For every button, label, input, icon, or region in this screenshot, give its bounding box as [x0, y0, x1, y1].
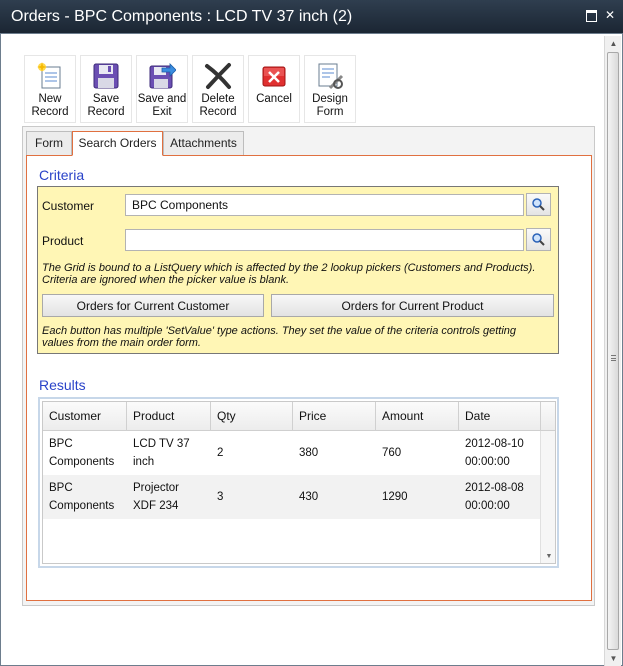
- results-grid: Customer Product Qty Price Amount Date B…: [42, 401, 556, 564]
- buttons-note: Each button has multiple 'SetValue' type…: [42, 325, 517, 349]
- maximize-icon[interactable]: [584, 8, 598, 22]
- new-record-button[interactable]: New Record: [24, 55, 76, 123]
- close-icon[interactable]: ✕: [603, 8, 617, 22]
- cell-qty: 2: [217, 447, 224, 459]
- save-exit-icon: [149, 63, 176, 89]
- save-record-button[interactable]: Save Record: [80, 55, 132, 123]
- cell-date: 2012-08-10 00:00:00: [465, 438, 524, 468]
- customer-picker-input[interactable]: BPC Components: [125, 194, 524, 216]
- scroll-thumb[interactable]: [607, 52, 619, 650]
- column-header-product[interactable]: Product: [127, 402, 211, 431]
- grid-header: Customer Product Qty Price Amount Date: [43, 402, 555, 431]
- cell-price: 430: [299, 491, 319, 503]
- scroll-up-arrow-icon[interactable]: ▲: [605, 36, 622, 51]
- column-header-amount[interactable]: Amount: [376, 402, 459, 431]
- delete-record-label: Delete Record: [199, 93, 237, 118]
- customer-lookup-button[interactable]: [526, 193, 551, 216]
- new-record-label: New Record: [31, 93, 69, 118]
- criteria-note: The Grid is bound to a ListQuery which i…: [42, 262, 536, 286]
- floppy-disk-icon: [93, 63, 119, 89]
- save-and-exit-label: Save and Exit: [137, 93, 187, 118]
- grip-icon: [611, 355, 616, 361]
- cell-product: Projector XDF 234: [133, 482, 180, 512]
- orders-current-customer-button[interactable]: Orders for Current Customer: [42, 294, 264, 317]
- product-label: Product: [42, 234, 84, 248]
- cell-customer: BPC Components: [49, 438, 115, 468]
- magnifier-icon: [532, 233, 545, 246]
- design-form-label: Design Form: [312, 93, 348, 118]
- delete-record-button[interactable]: Delete Record: [192, 55, 244, 123]
- column-header-date[interactable]: Date: [459, 402, 541, 431]
- results-title: Results: [39, 377, 86, 393]
- product-lookup-button[interactable]: [526, 228, 551, 251]
- scroll-down-arrow-icon[interactable]: ▼: [605, 651, 622, 666]
- grid-scroll-down-arrow-icon[interactable]: ▼: [541, 552, 555, 562]
- cell-qty: 3: [217, 491, 224, 503]
- magnifier-icon: [532, 198, 545, 211]
- orders-current-product-button[interactable]: Orders for Current Product: [271, 294, 554, 317]
- cancel-button[interactable]: Cancel: [248, 55, 300, 123]
- window-title-bar: Orders - BPC Components : LCD TV 37 inch…: [0, 0, 623, 33]
- tab-form[interactable]: Form: [26, 131, 72, 155]
- table-row[interactable]: BPC Components LCD TV 37 inch 2 380 760 …: [43, 431, 540, 475]
- window-title: Orders - BPC Components : LCD TV 37 inch…: [11, 8, 353, 25]
- table-row[interactable]: BPC Components Projector XDF 234 3 430 1…: [43, 475, 540, 519]
- cell-amount: 760: [382, 447, 402, 459]
- save-record-label: Save Record: [87, 93, 125, 118]
- customer-label: Customer: [42, 199, 95, 213]
- grid-vertical-scrollbar[interactable]: ▼: [540, 431, 555, 563]
- tab-attachments[interactable]: Attachments: [163, 131, 244, 155]
- cell-price: 380: [299, 447, 319, 459]
- criteria-title: Criteria: [39, 167, 85, 183]
- column-header-customer[interactable]: Customer: [43, 402, 127, 431]
- save-and-exit-button[interactable]: Save and Exit: [136, 55, 188, 123]
- design-form-button[interactable]: Design Form: [304, 55, 356, 123]
- design-form-icon: [318, 63, 344, 90]
- new-record-icon: [37, 62, 61, 89]
- cancel-icon: [262, 66, 286, 87]
- product-picker-input[interactable]: [125, 229, 524, 251]
- cell-date: 2012-08-08 00:00:00: [465, 482, 524, 512]
- cancel-label: Cancel: [256, 93, 292, 105]
- column-header-qty[interactable]: Qty: [211, 402, 293, 431]
- cell-product: LCD TV 37 inch: [133, 438, 190, 468]
- cell-customer: BPC Components: [49, 482, 115, 512]
- delete-x-icon: [205, 63, 231, 89]
- column-header-price[interactable]: Price: [293, 402, 376, 431]
- cell-amount: 1290: [382, 491, 408, 503]
- vertical-scrollbar[interactable]: ▲ ▼: [604, 36, 621, 666]
- tab-search-orders[interactable]: Search Orders: [72, 131, 163, 156]
